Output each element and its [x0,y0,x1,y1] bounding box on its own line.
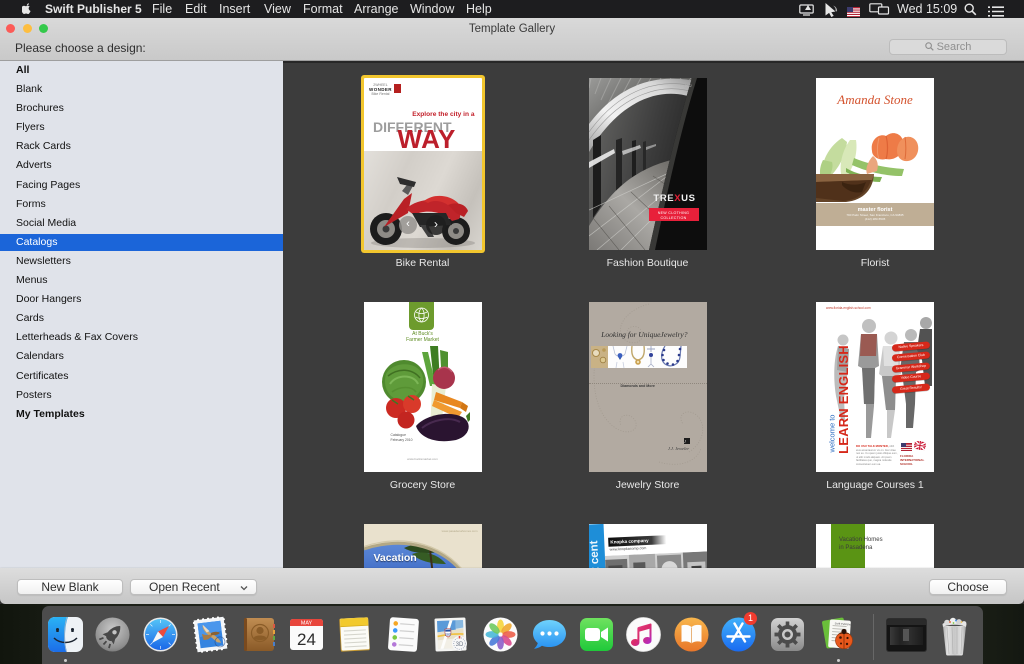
svg-text:MAY: MAY [301,621,313,627]
svg-text:280: 280 [445,633,451,637]
svg-text:3D: 3D [455,642,463,648]
svg-text:24: 24 [297,630,316,649]
